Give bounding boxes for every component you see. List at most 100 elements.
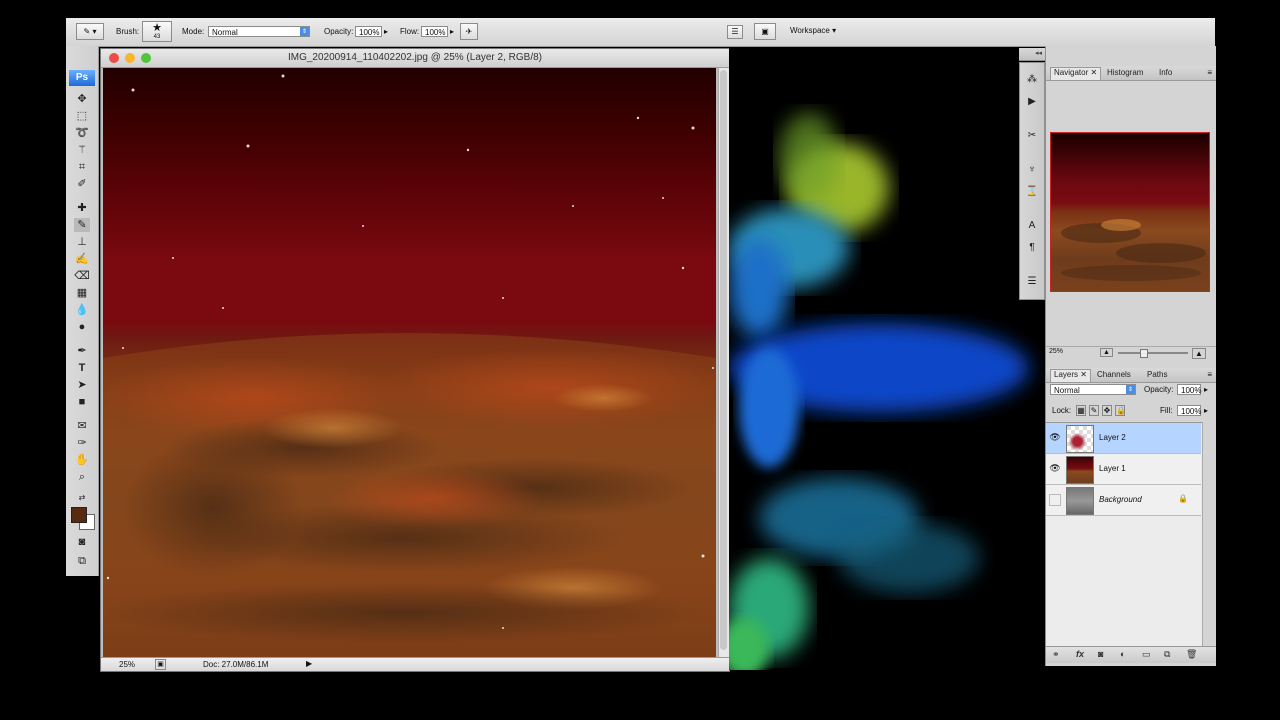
blend-mode-select[interactable]: Normal ⇕ bbox=[1050, 384, 1136, 395]
image-canvas[interactable] bbox=[103, 68, 716, 657]
brush-picker[interactable]: ★ 43 bbox=[142, 21, 172, 42]
panel-menu-icon[interactable]: ≡ bbox=[1207, 370, 1212, 379]
fill-field[interactable]: 100% bbox=[1177, 405, 1201, 416]
collapse-dock-icon[interactable]: ◂◂ bbox=[1035, 49, 1042, 57]
fill-label: Fill: bbox=[1160, 406, 1173, 415]
mode-select[interactable]: Normal ⇕ bbox=[208, 26, 310, 37]
group-icon[interactable]: ▭ bbox=[1142, 649, 1151, 660]
shape-tool-icon[interactable]: ■ bbox=[74, 395, 90, 409]
flow-arrow-icon[interactable]: ▸ bbox=[450, 27, 454, 36]
layer-name[interactable]: Background bbox=[1099, 495, 1142, 504]
fill-arrow-icon[interactable]: ▸ bbox=[1204, 406, 1208, 415]
palette-well-button[interactable]: ☰ bbox=[727, 25, 743, 39]
dodge-tool-icon[interactable]: ● bbox=[74, 320, 90, 334]
workspace-menu[interactable]: Workspace ▾ bbox=[790, 26, 836, 35]
close-tab-icon[interactable]: ✕ bbox=[1080, 370, 1087, 379]
screen-mode-icon[interactable]: ⧉ bbox=[74, 554, 90, 568]
document-title-bar[interactable]: IMG_20200914_110402202.jpg @ 25% (Layer … bbox=[101, 49, 729, 68]
new-layer-icon[interactable]: ⧉ bbox=[1164, 649, 1170, 660]
crop-tool-icon[interactable]: ⌗ bbox=[74, 160, 90, 174]
layer-row-background[interactable]: Background 🔒 bbox=[1046, 485, 1201, 516]
brushes-panel-icon[interactable]: ⁂ bbox=[1025, 73, 1039, 87]
zoom-in-icon[interactable]: ▲ bbox=[1192, 348, 1206, 359]
healing-brush-tool-icon[interactable]: ✚ bbox=[74, 201, 90, 215]
fx-icon[interactable]: fx bbox=[1076, 649, 1084, 659]
mask-icon[interactable]: ◙ bbox=[1098, 649, 1103, 659]
character-panel-icon[interactable]: A bbox=[1025, 219, 1039, 233]
history-brush-tool-icon[interactable]: ✍ bbox=[74, 252, 90, 266]
eye-icon[interactable]: 👁 bbox=[1049, 463, 1061, 475]
tool-preset-picker[interactable]: ✎ ▾ bbox=[76, 23, 104, 40]
tab-paths[interactable]: Paths bbox=[1144, 370, 1170, 379]
close-tab-icon[interactable]: ✕ bbox=[1090, 68, 1097, 77]
pen-tool-icon[interactable]: ✒ bbox=[74, 344, 90, 358]
swap-colors-icon[interactable]: ⇄ bbox=[74, 491, 90, 505]
mode-label: Mode: bbox=[182, 27, 205, 36]
tab-layers[interactable]: Layers ✕ bbox=[1050, 369, 1091, 382]
tool-presets-panel-icon[interactable]: ✂ bbox=[1025, 129, 1039, 143]
brush-tool-icon[interactable]: ✎ bbox=[74, 218, 90, 232]
layer-row-layer-1[interactable]: 👁 Layer 1 bbox=[1046, 454, 1201, 485]
lasso-tool-icon[interactable]: ➰ bbox=[74, 126, 90, 140]
link-icon[interactable]: ⚭ bbox=[1052, 649, 1060, 660]
tab-histogram[interactable]: Histogram bbox=[1104, 68, 1146, 77]
opacity-field[interactable]: 100% bbox=[355, 26, 382, 37]
blur-tool-icon[interactable]: 💧 bbox=[74, 303, 90, 317]
hand-tool-icon[interactable]: ✋ bbox=[74, 453, 90, 467]
ps-logo[interactable]: Ps bbox=[69, 70, 95, 86]
tab-info[interactable]: Info bbox=[1156, 68, 1175, 77]
marquee-tool-icon[interactable]: ⬚ bbox=[74, 109, 90, 123]
scrollbar-thumb[interactable] bbox=[720, 70, 727, 650]
eraser-tool-icon[interactable]: ⌫ bbox=[74, 269, 90, 283]
flow-field[interactable]: 100% bbox=[421, 26, 448, 37]
move-tool-icon[interactable]: ✥ bbox=[74, 92, 90, 106]
eyedropper-tool-icon[interactable]: ✑ bbox=[74, 436, 90, 450]
status-arrow-icon[interactable]: ▶ bbox=[306, 659, 312, 668]
slice-tool-icon[interactable]: ✐ bbox=[74, 177, 90, 191]
magic-wand-tool-icon[interactable]: ⚚ bbox=[74, 143, 90, 157]
clone-source-panel-icon[interactable]: ♆ bbox=[1025, 163, 1039, 177]
notes-tool-icon[interactable]: ✉ bbox=[74, 419, 90, 433]
opacity-arrow-icon[interactable]: ▸ bbox=[384, 27, 388, 36]
zoom-slider[interactable] bbox=[1118, 349, 1188, 358]
layer-comps-panel-icon[interactable]: ☰ bbox=[1025, 275, 1039, 289]
layer-opacity-field[interactable]: 100% bbox=[1177, 384, 1201, 395]
zoom-tool-icon[interactable]: ⌕ bbox=[74, 470, 90, 484]
flow-label: Flow: bbox=[400, 27, 420, 36]
quick-mask-icon[interactable]: ◙ bbox=[74, 535, 90, 549]
trash-icon[interactable]: 🗑 bbox=[1186, 649, 1197, 660]
lock-icon: 🔒 bbox=[1178, 494, 1188, 503]
actions-panel-icon[interactable]: ▶ bbox=[1025, 95, 1039, 109]
path-selection-tool-icon[interactable]: ➤ bbox=[74, 378, 90, 392]
zoom-out-icon[interactable]: ▲ bbox=[1100, 348, 1113, 357]
layer-name[interactable]: Layer 2 bbox=[1099, 433, 1126, 442]
adjustment-icon[interactable]: ◐ bbox=[1120, 649, 1125, 659]
lock-pixels-icon[interactable]: ✎ bbox=[1089, 405, 1099, 416]
tab-channels[interactable]: Channels bbox=[1094, 370, 1134, 379]
panel-menu-icon[interactable]: ≡ bbox=[1207, 68, 1212, 77]
opacity-value: 100% bbox=[359, 28, 380, 37]
type-tool-icon[interactable]: T bbox=[74, 361, 90, 375]
foreground-color-swatch[interactable] bbox=[71, 507, 87, 523]
eye-icon[interactable]: 👁 bbox=[1049, 432, 1061, 444]
airbrush-button[interactable]: ✈ bbox=[460, 23, 478, 40]
workspace-icon-button[interactable]: ▣ bbox=[754, 23, 776, 40]
opacity-arrow-icon[interactable]: ▸ bbox=[1204, 385, 1208, 394]
navigator-preview[interactable] bbox=[1050, 132, 1210, 292]
lock-position-icon[interactable]: ✥ bbox=[1102, 405, 1112, 416]
tab-navigator[interactable]: Navigator ✕ bbox=[1050, 67, 1102, 80]
history-panel-icon[interactable]: ⌛ bbox=[1025, 185, 1039, 199]
status-menu-icon[interactable]: ▣ bbox=[155, 659, 166, 670]
lock-transparency-icon[interactable]: ▦ bbox=[1076, 405, 1086, 416]
hidden-eye-slot[interactable] bbox=[1049, 494, 1061, 506]
gradient-tool-icon[interactable]: ▦ bbox=[74, 286, 90, 300]
layer-name[interactable]: Layer 1 bbox=[1099, 464, 1126, 473]
zoom-slider-handle[interactable] bbox=[1140, 349, 1148, 358]
clone-stamp-tool-icon[interactable]: ⊥ bbox=[74, 235, 90, 249]
layer-row-layer-2[interactable]: 👁 Layer 2 bbox=[1046, 423, 1201, 454]
zoom-level[interactable]: 25% bbox=[119, 660, 135, 669]
lock-all-icon[interactable]: 🔒 bbox=[1115, 405, 1126, 416]
vertical-scrollbar[interactable] bbox=[718, 68, 729, 657]
paragraph-panel-icon[interactable]: ¶ bbox=[1025, 241, 1039, 255]
navigator-zoom-value[interactable]: 25% bbox=[1049, 348, 1063, 355]
